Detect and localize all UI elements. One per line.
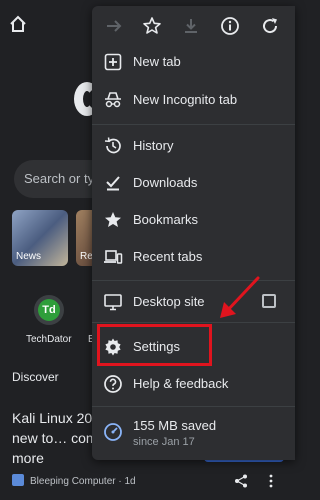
overflow-menu: New tab New Incognito tab History Downlo…	[92, 6, 295, 460]
share-icon[interactable]	[234, 474, 248, 488]
devices-icon	[104, 250, 123, 264]
data-saver-icon	[104, 423, 122, 441]
menu-item-label: Help & feedback	[133, 376, 229, 391]
menu-item-downloads[interactable]: Downloads	[92, 165, 295, 201]
help-icon	[104, 375, 122, 393]
menu-item-bookmarks[interactable]: Bookmarks	[92, 202, 295, 238]
tile-label: News	[16, 251, 42, 262]
menu-toolbar	[92, 6, 295, 46]
annotation-arrow-icon	[220, 276, 260, 318]
incognito-icon	[105, 92, 121, 108]
menu-item-label: Bookmarks	[133, 212, 199, 227]
star-icon	[105, 212, 121, 227]
savings-amount: 155 MB saved	[133, 418, 217, 433]
download-icon[interactable]	[181, 16, 201, 36]
download-done-icon	[106, 176, 120, 191]
forward-icon[interactable]	[104, 16, 124, 36]
menu-item-new-tab[interactable]: New tab	[92, 44, 295, 80]
menu-item-help-feedback[interactable]: Help & feedback	[92, 366, 295, 402]
menu-item-recent-tabs[interactable]: Recent tabs	[92, 239, 295, 275]
desktop-icon	[104, 294, 122, 311]
shortcut-techdator[interactable]: Td	[34, 295, 64, 325]
info-icon[interactable]	[220, 16, 240, 36]
menu-item-label: Recent tabs	[133, 249, 203, 264]
menu-item-label: New Incognito tab	[133, 92, 238, 107]
menu-item-label: Downloads	[133, 175, 198, 190]
savings-since: since Jan 17	[133, 436, 195, 448]
menu-item-history[interactable]: History	[92, 128, 295, 164]
menu-item-label: Desktop site	[133, 294, 205, 309]
news-tile[interactable]: News	[12, 210, 68, 266]
article-source: Bleeping Computer · 1d	[30, 476, 136, 487]
menu-divider	[92, 406, 295, 407]
settings-highlight-box	[97, 324, 212, 366]
bookmark-star-icon[interactable]	[142, 16, 162, 36]
add-box-icon	[104, 53, 122, 71]
tile-label: Re	[80, 251, 93, 262]
techdator-favicon: Td	[38, 299, 60, 321]
source-favicon	[12, 474, 24, 486]
menu-divider	[92, 124, 295, 125]
more-vert-icon[interactable]	[268, 474, 274, 488]
history-icon	[104, 137, 121, 154]
home-icon[interactable]	[8, 14, 28, 34]
menu-item-new-incognito-tab[interactable]: New Incognito tab	[92, 82, 295, 118]
menu-item-data-savings[interactable]: 155 MB saved since Jan 17	[92, 410, 295, 454]
shortcut-label: TechDator	[26, 334, 72, 345]
menu-item-label: New tab	[133, 54, 181, 69]
refresh-icon[interactable]	[260, 16, 280, 36]
discover-heading: Discover	[12, 370, 59, 384]
menu-item-label: History	[133, 138, 174, 153]
